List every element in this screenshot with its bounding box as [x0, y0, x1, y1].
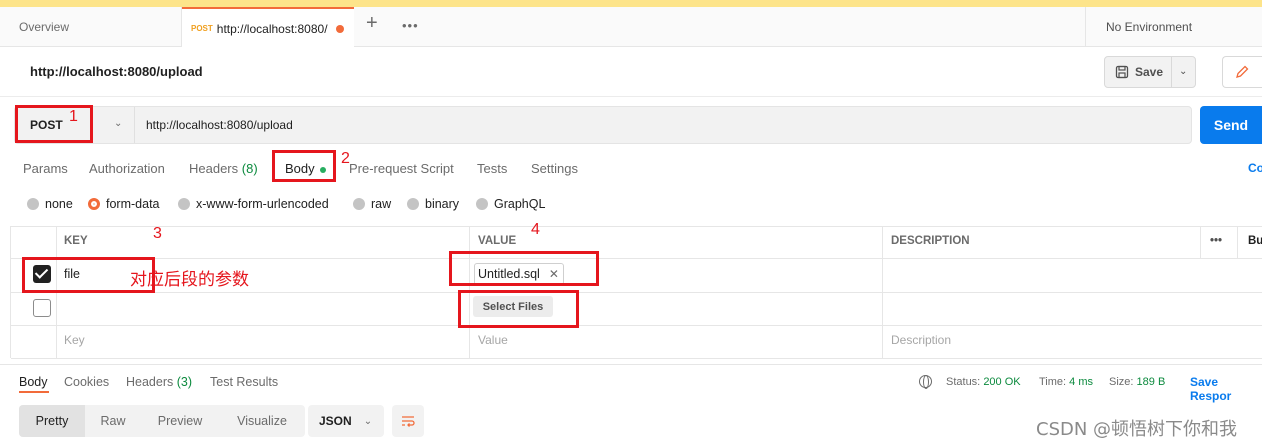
response-tab-headers[interactable]: Headers (3)	[126, 375, 192, 389]
save-dropdown-chevron-icon[interactable]: ⌄	[1179, 66, 1187, 77]
radio-icon	[476, 198, 488, 210]
row-checkbox[interactable]	[33, 299, 51, 317]
radio-form-data[interactable]: form-data	[88, 197, 160, 211]
radio-x-www-form-urlencoded[interactable]: x-www-form-urlencoded	[178, 197, 329, 211]
status-readout: Status: 200 OK	[946, 376, 1021, 388]
response-tab-indicator	[19, 391, 49, 393]
wrap-lines-icon	[402, 416, 415, 427]
annotation-box-value	[449, 251, 599, 286]
annotation-note: 对应后段的参数	[130, 270, 249, 290]
globe-icon[interactable]	[919, 375, 932, 389]
edit-button[interactable]	[1222, 56, 1262, 88]
tab-params[interactable]: Params	[23, 161, 68, 176]
description-input[interactable]: Description	[891, 333, 951, 347]
radio-raw[interactable]: raw	[353, 197, 391, 211]
new-tab-plus-icon[interactable]: +	[366, 13, 378, 33]
tab-method-label: POST	[191, 24, 213, 33]
column-header-key: KEY	[64, 235, 88, 247]
annotation-number-1: 1	[69, 108, 78, 125]
tab-tests[interactable]: Tests	[477, 161, 507, 176]
annotation-number-2: 2	[341, 150, 350, 167]
radio-icon	[178, 198, 190, 210]
response-tab-body[interactable]: Body	[19, 375, 48, 389]
save-icon	[1115, 65, 1129, 79]
wrap-lines-button[interactable]	[392, 405, 424, 437]
pencil-icon	[1236, 65, 1249, 78]
view-visualize[interactable]: Visualize	[219, 405, 305, 437]
cookies-link[interactable]: Co	[1248, 161, 1262, 175]
annotation-number-4: 4	[531, 221, 540, 238]
environment-selector[interactable]: No Environment	[1085, 7, 1262, 47]
watermark: CSDN @顿悟树下你和我	[1036, 419, 1238, 440]
tab-pre-request-script[interactable]: Pre-request Script	[349, 161, 454, 176]
response-tab-cookies[interactable]: Cookies	[64, 375, 109, 389]
save-button[interactable]: Save ⌄	[1104, 56, 1196, 88]
radio-icon	[27, 198, 39, 210]
size-readout: Size: 189 B	[1109, 376, 1166, 388]
save-response-button[interactable]: Save Respor	[1190, 375, 1262, 403]
top-stripe	[0, 0, 1262, 7]
format-chevron-icon: ⌄	[363, 415, 373, 427]
annotation-number-3: 3	[153, 225, 162, 242]
view-pretty[interactable]: Pretty	[19, 405, 85, 437]
request-title: http://localhost:8080/upload	[30, 64, 203, 79]
radio-binary[interactable]: binary	[407, 197, 459, 211]
radio-icon	[353, 198, 365, 210]
tabs-more-icon[interactable]: •••	[402, 18, 419, 33]
response-tab-test-results[interactable]: Test Results	[210, 375, 278, 389]
response-view-tabs: Pretty Raw Preview Visualize	[19, 405, 305, 437]
annotation-box-body	[272, 150, 336, 182]
send-button[interactable]: Send	[1200, 106, 1262, 144]
unsaved-dot-icon	[335, 24, 344, 33]
format-selector[interactable]: JSON ⌄	[308, 405, 384, 437]
radio-none[interactable]: none	[27, 197, 73, 211]
tab-authorization[interactable]: Authorization	[89, 161, 165, 176]
tab-settings[interactable]: Settings	[531, 161, 578, 176]
value-input[interactable]: Value	[478, 333, 508, 347]
radio-selected-icon	[88, 198, 100, 210]
method-chevron-icon[interactable]: ⌄	[114, 118, 122, 129]
column-header-description: DESCRIPTION	[891, 235, 970, 247]
tab-bar: Overview POST http://localhost:8080/	[0, 7, 1262, 48]
form-data-table	[10, 226, 1262, 359]
table-more-icon[interactable]: •••	[1210, 235, 1222, 247]
view-raw[interactable]: Raw	[85, 405, 141, 437]
bulk-edit-link[interactable]: Bu	[1248, 235, 1262, 247]
annotation-box-method	[15, 105, 93, 143]
tab-url-label: http://localhost:8080/	[216, 21, 328, 36]
radio-icon	[407, 198, 419, 210]
tab-overview[interactable]: Overview	[10, 7, 182, 47]
view-preview[interactable]: Preview	[141, 405, 219, 437]
key-input[interactable]: Key	[64, 333, 85, 347]
annotation-box-select-files	[458, 290, 579, 328]
time-readout: Time: 4 ms	[1039, 376, 1093, 388]
radio-graphql[interactable]: GraphQL	[476, 197, 545, 211]
tab-headers[interactable]: Headers (8)	[189, 161, 258, 176]
tab-upload-request[interactable]: POST http://localhost:8080/	[182, 7, 354, 48]
column-header-value: VALUE	[478, 235, 517, 247]
url-input[interactable]: http://localhost:8080/upload	[146, 118, 293, 132]
